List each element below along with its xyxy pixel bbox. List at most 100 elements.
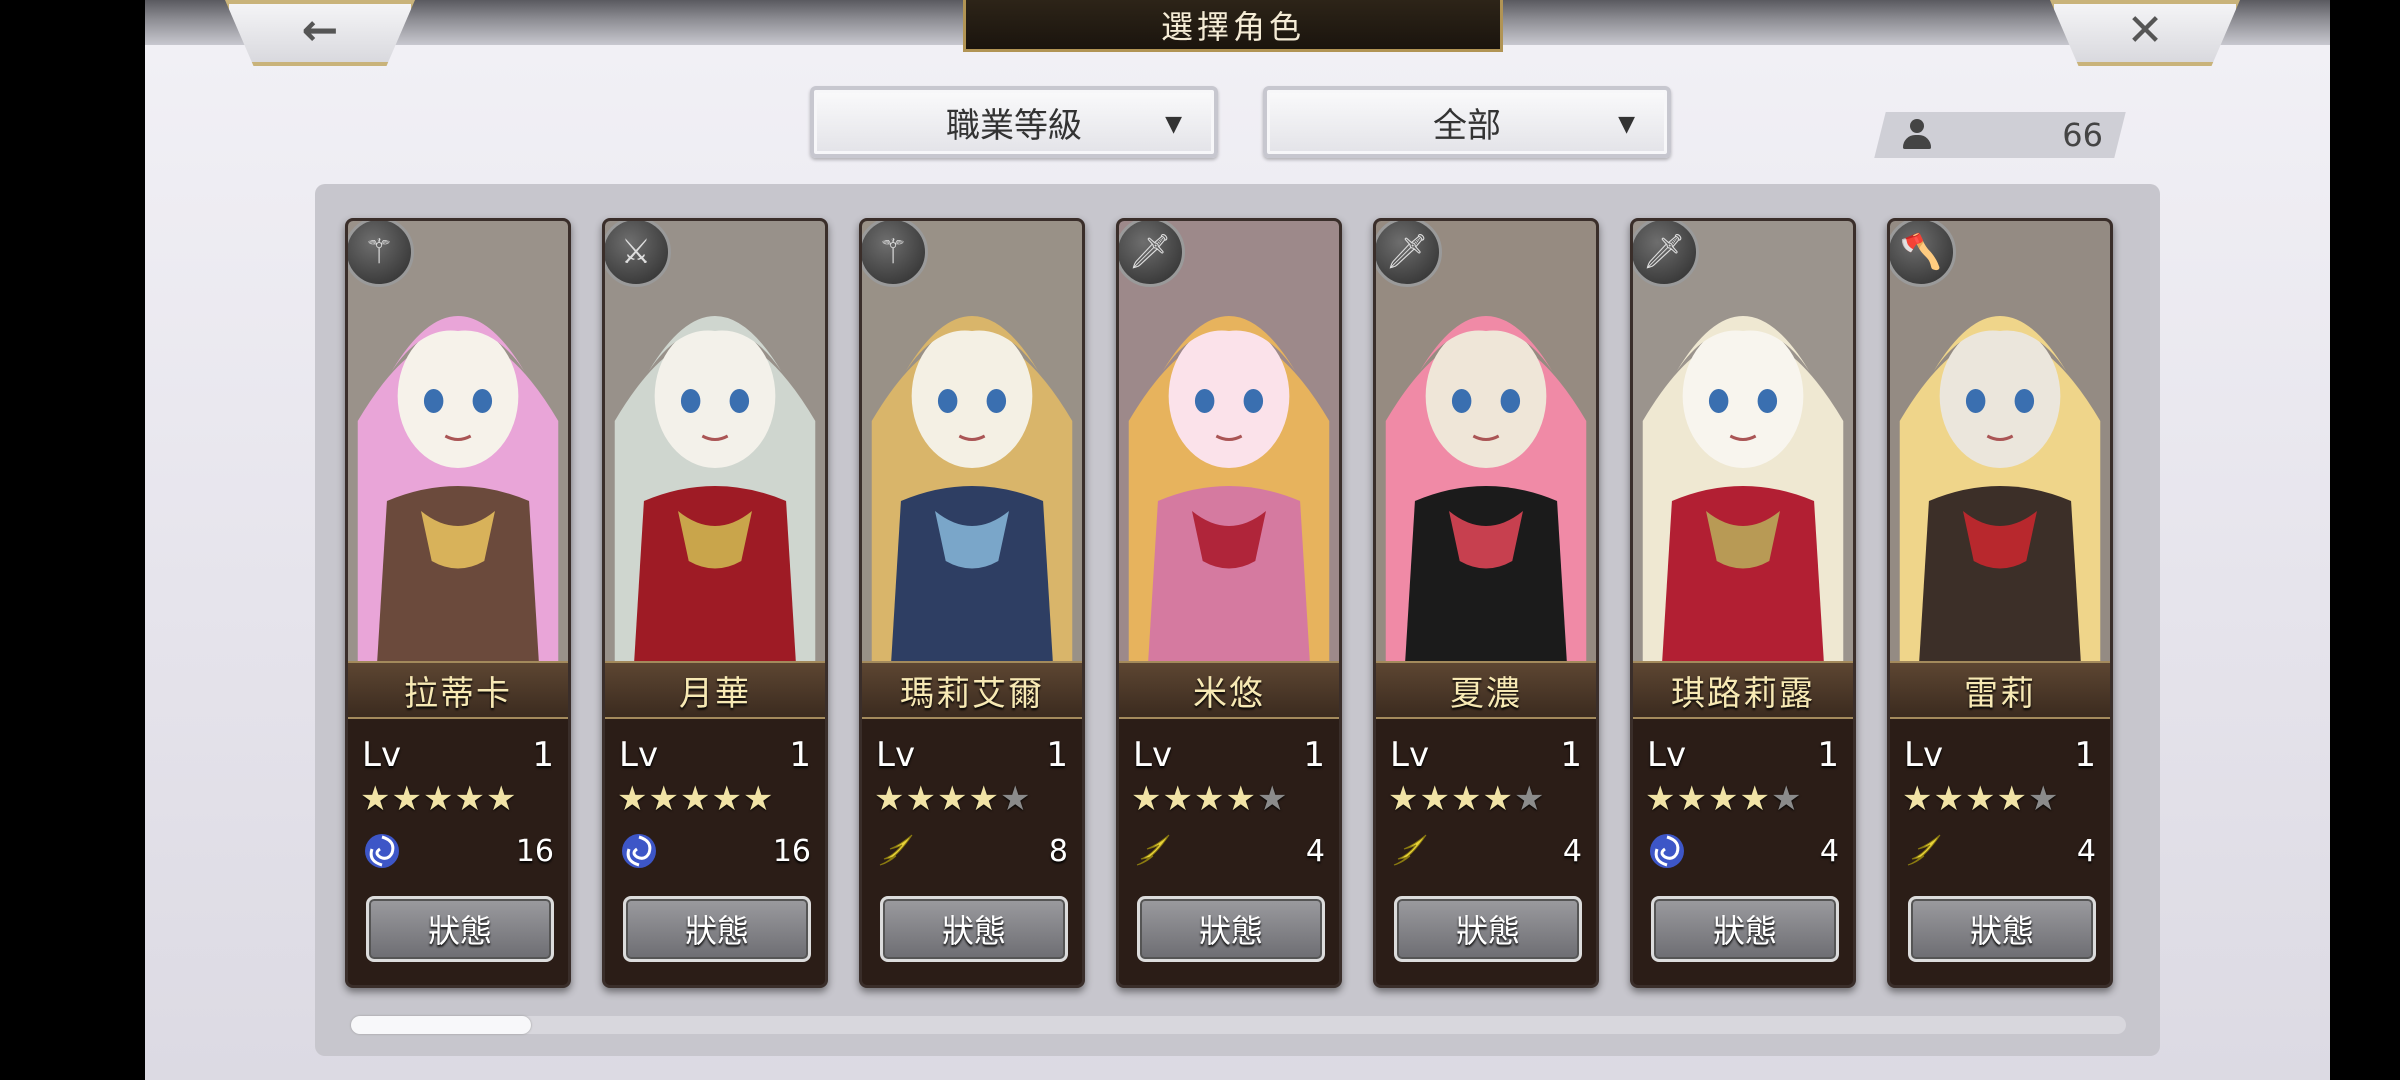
character-card[interactable]: 🗡 夏濃 Lv 1 ★ ★ ★ ★ ★ 4 狀態 [1373,218,1599,988]
star-icon: ★ [936,779,968,819]
character-portrait[interactable] [1376,221,1596,661]
element-value: 8 [1048,833,1068,869]
element-value: 16 [515,833,554,869]
star-icon: ★ [422,779,454,819]
level-row: Lv 1 [1133,733,1325,777]
star-icon: ★ [1162,779,1193,819]
status-button[interactable]: 狀態 [1394,896,1582,962]
level-value: 1 [1560,735,1582,775]
element-value: 4 [1819,833,1839,869]
sword-icon: 🗡 [1376,221,1442,287]
character-card[interactable]: 🗡 琪路莉露 Lv 1 ★ ★ ★ ★ ★ 4 狀態 [1630,218,1856,988]
star-icon: ★ [874,779,905,819]
wind-wing-icon [1904,831,1944,871]
element-value: 4 [2076,833,2096,869]
character-name: 琪路莉露 [1633,661,1853,719]
roster-count: 66 [1897,112,2117,158]
star-rating: ★ ★ ★ ★ ★ [874,781,1030,817]
back-button[interactable]: ← [225,0,415,66]
water-swirl-icon [1647,831,1687,871]
character-card[interactable]: ⚔ 月華 Lv 1 ★ ★ ★ ★ ★ 16 狀態 [602,218,828,988]
sort-dropdown-value: 職業等級 [946,105,1082,146]
status-button[interactable]: 狀態 [1908,896,2096,962]
level-row: Lv 1 [876,733,1068,777]
status-button[interactable]: 狀態 [880,896,1068,962]
star-icon: ★ [1996,779,2027,819]
game-screen: ← 選擇角色 ✕ 職業等級 ▼ 全部 ▼ 66 ⚚ 拉蒂卡 Lv 1 ★ ★ ★… [145,0,2330,1080]
close-icon: ✕ [2126,4,2164,56]
level-row: Lv 1 [1390,733,1582,777]
level-value: 1 [532,735,554,775]
star-icon: ★ [711,779,742,819]
character-portrait[interactable] [1890,221,2110,661]
level-label: Lv [619,735,659,775]
character-name: 拉蒂卡 [348,661,568,719]
close-button[interactable]: ✕ [2050,0,2240,66]
level-row: Lv 1 [362,733,554,777]
element-row: 4 [1647,829,1839,873]
caret-down-icon: ▼ [1618,112,1635,137]
staff-icon: ⚚ [862,221,928,287]
status-button[interactable]: 狀態 [1137,896,1325,962]
water-swirl-icon [619,831,659,871]
star-rating: ★ ★ ★ ★ ★ [617,781,773,817]
character-portrait[interactable] [605,221,825,661]
star-icon: ★ [391,779,422,819]
star-icon: ★ [617,779,648,819]
axe-icon: 🪓 [1890,221,1956,287]
roster-scrollbar[interactable] [351,1016,2126,1034]
status-button[interactable]: 狀態 [623,896,811,962]
element-row: 4 [1133,829,1325,873]
character-card[interactable]: ⚚ 拉蒂卡 Lv 1 ★ ★ ★ ★ ★ 16 狀態 [345,218,571,988]
character-card[interactable]: 🪓 雷莉 Lv 1 ★ ★ ★ ★ ★ 4 狀態 [1887,218,2113,988]
level-label: Lv [1647,735,1687,775]
arrow-left-icon: ← [301,4,339,56]
star-icon: ★ [1256,779,1288,819]
character-name: 月華 [605,661,825,719]
star-rating: ★ ★ ★ ★ ★ [1388,781,1544,817]
character-portrait[interactable] [348,221,568,661]
level-value: 1 [1303,735,1325,775]
sort-dropdown[interactable]: 職業等級 ▼ [810,86,1218,158]
character-portrait[interactable] [1119,221,1339,661]
character-card[interactable]: ⚚ 瑪莉艾爾 Lv 1 ★ ★ ★ ★ ★ 8 狀態 [859,218,1085,988]
level-label: Lv [1904,735,1944,775]
level-row: Lv 1 [619,733,811,777]
star-icon: ★ [1482,779,1513,819]
wind-wing-icon [876,831,916,871]
water-swirl-icon [362,831,402,871]
level-value: 1 [1817,735,1839,775]
star-icon: ★ [454,779,485,819]
star-icon: ★ [1419,779,1450,819]
star-icon: ★ [1513,779,1545,819]
category-dropdown[interactable]: 全部 ▼ [1263,86,1671,158]
element-row: 16 [619,829,811,873]
character-name: 米悠 [1119,661,1339,719]
element-row: 4 [1390,829,1582,873]
star-icon: ★ [968,779,999,819]
wind-wing-icon [1133,831,1173,871]
status-button[interactable]: 狀態 [1651,896,1839,962]
category-dropdown-value: 全部 [1433,105,1501,146]
level-row: Lv 1 [1904,733,2096,777]
character-portrait[interactable] [1633,221,1853,661]
element-row: 8 [876,829,1068,873]
scrollbar-thumb[interactable] [351,1016,531,1034]
star-icon: ★ [1193,779,1225,819]
star-icon: ★ [2027,779,2059,819]
star-icon: ★ [1902,779,1933,819]
star-icon: ★ [1964,779,1996,819]
star-icon: ★ [679,779,711,819]
star-icon: ★ [1676,779,1707,819]
star-rating: ★ ★ ★ ★ ★ [1131,781,1287,817]
element-value: 4 [1305,833,1325,869]
star-icon: ★ [1450,779,1482,819]
level-label: Lv [1390,735,1430,775]
status-button[interactable]: 狀態 [366,896,554,962]
star-rating: ★ ★ ★ ★ ★ [1645,781,1801,817]
character-portrait[interactable] [862,221,1082,661]
star-icon: ★ [1739,779,1770,819]
element-value: 4 [1562,833,1582,869]
level-label: Lv [362,735,402,775]
character-card[interactable]: 🗡 米悠 Lv 1 ★ ★ ★ ★ ★ 4 狀態 [1116,218,1342,988]
